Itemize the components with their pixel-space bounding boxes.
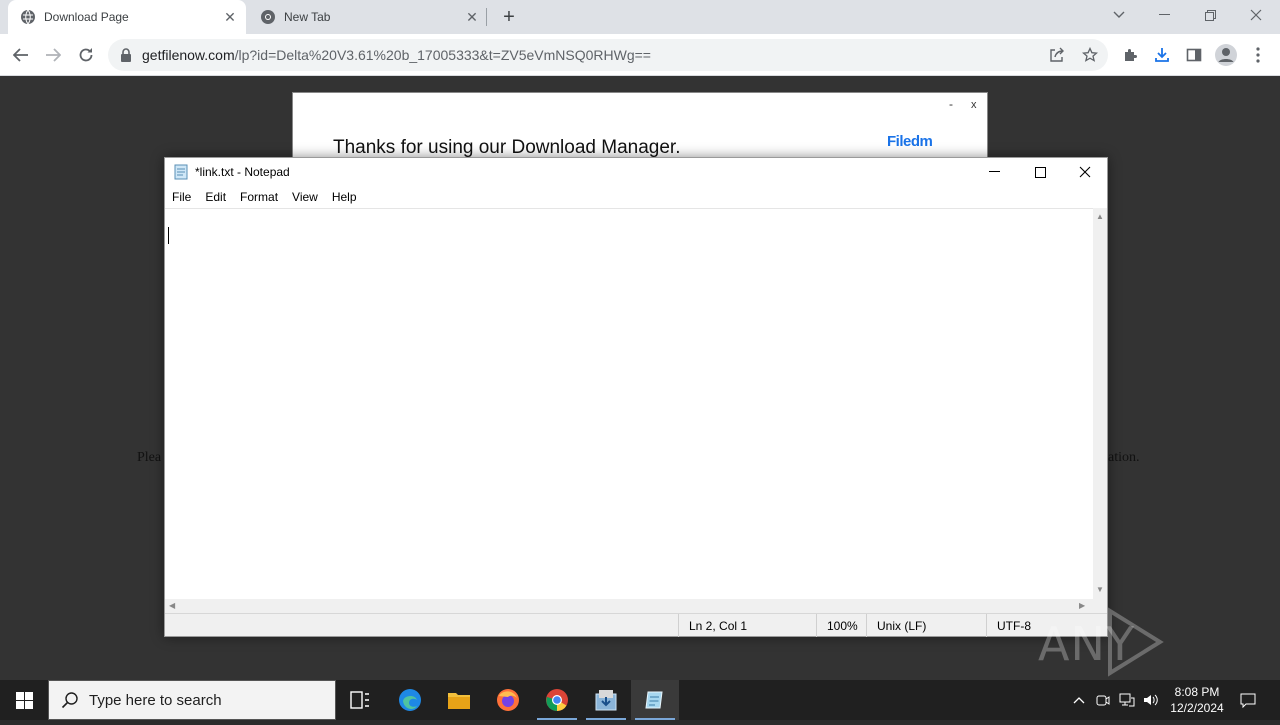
minimize-button[interactable] bbox=[1141, 0, 1187, 30]
meet-now-icon[interactable] bbox=[1092, 680, 1114, 720]
globe-icon bbox=[21, 9, 35, 25]
close-tab-icon[interactable]: ✕ bbox=[464, 9, 480, 25]
horizontal-scrollbar[interactable]: ◀ ▶ bbox=[165, 599, 1093, 613]
clock-date: 12/2/2024 bbox=[1170, 701, 1224, 715]
task-view-icon[interactable] bbox=[336, 680, 384, 720]
page-text-fragment-right: ation. bbox=[1108, 450, 1140, 465]
notepad-titlebar[interactable]: *link.txt - Notepad bbox=[165, 158, 1107, 186]
start-button[interactable] bbox=[0, 680, 48, 720]
notepad-text-area[interactable] bbox=[165, 208, 1093, 599]
share-icon[interactable] bbox=[1044, 42, 1070, 68]
menu-help[interactable]: Help bbox=[325, 190, 364, 204]
menu-format[interactable]: Format bbox=[233, 190, 285, 204]
address-bar[interactable]: getfilenow.com/lp?id=Delta%20V3.61%20b_1… bbox=[108, 39, 1108, 71]
edge-icon[interactable] bbox=[386, 680, 434, 720]
page-text-fragment-left: Plea bbox=[137, 450, 162, 465]
tab-search-chevron-icon[interactable] bbox=[1096, 0, 1142, 30]
tab-strip: Download Page ✕ New Tab ✕ + bbox=[0, 0, 1280, 34]
scroll-down-icon[interactable]: ▼ bbox=[1096, 585, 1104, 594]
reload-button[interactable] bbox=[73, 42, 99, 68]
scroll-up-icon[interactable]: ▲ bbox=[1096, 212, 1104, 221]
tab-title: Download Page bbox=[44, 10, 129, 24]
notepad-minimize-button[interactable] bbox=[971, 158, 1017, 186]
browser-toolbar: getfilenow.com/lp?id=Delta%20V3.61%20b_1… bbox=[0, 34, 1280, 76]
notepad-close-button[interactable] bbox=[1062, 158, 1108, 186]
tab-divider bbox=[486, 8, 487, 26]
menu-edit[interactable]: Edit bbox=[198, 190, 233, 204]
new-tab-button[interactable]: + bbox=[498, 6, 520, 28]
extensions-puzzle-icon[interactable] bbox=[1117, 42, 1143, 68]
url-text[interactable]: getfilenow.com/lp?id=Delta%20V3.61%20b_1… bbox=[142, 47, 651, 63]
taskbar-search-box[interactable]: Type here to search bbox=[48, 680, 336, 720]
notepad-statusbar: Ln 2, Col 1 100% Unix (LF) UTF-8 bbox=[165, 613, 1107, 637]
banner-message: Thanks for using our Download Manager. bbox=[333, 137, 681, 158]
file-explorer-icon[interactable] bbox=[435, 680, 483, 720]
notepad-menubar: File Edit Format View Help bbox=[165, 186, 1107, 208]
filedm-logo: Filedm bbox=[887, 133, 933, 150]
menu-kebab-icon[interactable] bbox=[1245, 42, 1271, 68]
back-button[interactable] bbox=[8, 42, 34, 68]
vertical-scrollbar[interactable]: ▲ ▼ bbox=[1093, 208, 1107, 599]
chrome-icon bbox=[261, 10, 275, 24]
status-position: Ln 2, Col 1 bbox=[678, 614, 816, 637]
bookmark-star-icon[interactable] bbox=[1077, 42, 1103, 68]
lock-icon[interactable] bbox=[120, 48, 132, 62]
notepad-window: *link.txt - Notepad File Edit Format Vie… bbox=[164, 157, 1108, 637]
banner-minimize-button[interactable]: - bbox=[949, 97, 953, 111]
download-icon[interactable] bbox=[1149, 42, 1175, 68]
windows-taskbar: Type here to search 8:08 PM 12/2/2024 bbox=[0, 680, 1280, 720]
url-host: getfilenow.com bbox=[142, 47, 235, 63]
notepad-icon bbox=[174, 164, 188, 180]
volume-icon[interactable] bbox=[1140, 680, 1162, 720]
profile-avatar-icon[interactable] bbox=[1213, 42, 1239, 68]
notepad-taskbar-icon[interactable] bbox=[631, 680, 679, 720]
network-icon[interactable] bbox=[1116, 680, 1138, 720]
windows-logo-icon bbox=[15, 691, 33, 709]
status-zoom: 100% bbox=[816, 614, 866, 637]
url-path: /lp?id=Delta%20V3.61%20b_17005333&t=ZV5e… bbox=[234, 47, 651, 63]
clock-time: 8:08 PM bbox=[1174, 685, 1220, 699]
chrome-taskbar-icon[interactable] bbox=[533, 680, 581, 720]
notification-center-icon[interactable] bbox=[1236, 680, 1260, 720]
installer-app-icon[interactable] bbox=[582, 680, 630, 720]
search-placeholder: Type here to search bbox=[89, 691, 222, 709]
tab-download-page[interactable]: Download Page ✕ bbox=[8, 0, 246, 34]
download-manager-banner: - x Thanks for using our Download Manage… bbox=[292, 92, 988, 162]
restore-button[interactable] bbox=[1187, 0, 1233, 30]
taskbar-clock[interactable]: 8:08 PM 12/2/2024 bbox=[1160, 680, 1234, 720]
tab-title: New Tab bbox=[284, 10, 331, 24]
scroll-left-icon[interactable]: ◀ bbox=[169, 601, 175, 610]
banner-close-button[interactable]: x bbox=[971, 99, 977, 111]
forward-button[interactable] bbox=[40, 42, 66, 68]
menu-file[interactable]: File bbox=[165, 190, 198, 204]
text-caret bbox=[168, 227, 169, 244]
firefox-icon[interactable] bbox=[484, 680, 532, 720]
search-icon bbox=[61, 692, 78, 709]
notepad-maximize-button[interactable] bbox=[1017, 158, 1063, 186]
close-window-button[interactable] bbox=[1233, 0, 1279, 30]
anyrun-watermark: ANY RUN bbox=[1038, 607, 1238, 725]
menu-view[interactable]: View bbox=[285, 190, 325, 204]
side-panel-icon[interactable] bbox=[1181, 42, 1207, 68]
tab-new-tab[interactable]: New Tab ✕ bbox=[248, 0, 488, 34]
close-tab-icon[interactable]: ✕ bbox=[222, 9, 238, 25]
show-hidden-icons-chevron-icon[interactable] bbox=[1068, 680, 1090, 720]
status-line-ending: Unix (LF) bbox=[866, 614, 986, 637]
notepad-title: *link.txt - Notepad bbox=[195, 165, 290, 179]
